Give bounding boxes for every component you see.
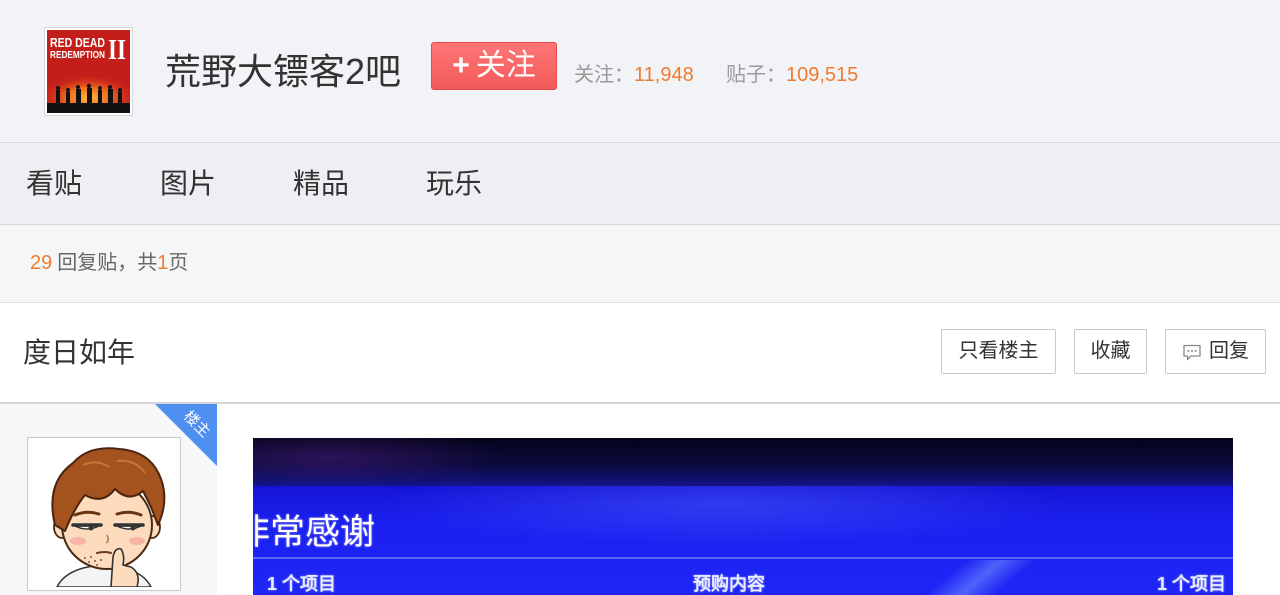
followers-label: 关注： — [574, 64, 634, 86]
forum-name: 荒野大镖客2吧 — [165, 51, 402, 92]
posts-label: 贴子： — [726, 64, 786, 86]
forum-logo[interactable]: RED DEAD REDEMPTION II — [44, 27, 133, 116]
only-op-label: 只看楼主 — [958, 340, 1039, 362]
image-divider — [253, 557, 1233, 559]
forum-logo-image: RED DEAD REDEMPTION II — [47, 30, 130, 113]
image-glow — [253, 438, 513, 486]
logo-line2: REDEMPTION — [50, 50, 105, 61]
reply-label: 回复 — [1209, 340, 1249, 362]
nav-item-fun[interactable]: 玩乐 — [426, 143, 482, 224]
thread-summary: 29 回复贴，共1页 — [0, 225, 1280, 303]
nav-item-featured[interactable]: 精品 — [293, 143, 349, 224]
follow-button-label: 关注 — [475, 49, 536, 82]
avatar-image — [31, 441, 177, 587]
reply-text: 回复贴，共 — [57, 252, 158, 274]
avatar[interactable] — [27, 437, 181, 591]
post-floor: 楼主 常感谢 1 个项目 预购内容 1 个项目 — [0, 404, 1280, 595]
posts-stat: 贴子：109,515 — [726, 61, 858, 89]
follow-button[interactable]: + 关注 — [431, 42, 557, 90]
favorite-label: 收藏 — [1090, 340, 1131, 362]
comment-icon — [1182, 342, 1202, 362]
image-headline: 非常感谢 — [253, 513, 376, 552]
nav-item-posts[interactable]: 看贴 — [26, 143, 82, 224]
plus-icon: + — [452, 49, 470, 82]
page-suffix: 页 — [168, 252, 189, 274]
reply-button[interactable]: 回复 — [1165, 329, 1266, 374]
reply-summary: 29 回复贴，共1页 — [30, 225, 188, 302]
image-left-label: 1 个项目 — [267, 574, 337, 594]
post-image[interactable]: 非常感谢 1 个项目 预购内容 1 个项目 — [253, 438, 1233, 595]
forum-nav: 看贴 图片 精品 玩乐 — [0, 143, 1280, 225]
forum-header: RED DEAD REDEMPTION II 荒野大镖客2吧 + 关注 关注：11… — [0, 0, 1280, 143]
only-op-button[interactable]: 只看楼主 — [941, 329, 1056, 374]
followers-stat: 关注：11,948 — [574, 61, 694, 89]
thread-title: 度日如年 — [23, 337, 136, 368]
favorite-button[interactable]: 收藏 — [1074, 329, 1147, 374]
author-column: 楼主 — [0, 404, 217, 595]
image-center-label: 预购内容 — [693, 574, 765, 594]
reply-count: 29 — [30, 252, 53, 274]
thread-titlebar: 度日如年 只看楼主 收藏 回复 — [0, 303, 1280, 404]
page-count: 1 — [157, 252, 169, 274]
followers-count: 11,948 — [634, 64, 694, 86]
logo-numeral: II — [108, 35, 126, 66]
image-screen-glow — [373, 486, 1073, 546]
posts-count: 109,515 — [786, 64, 859, 86]
nav-item-images[interactable]: 图片 — [160, 143, 216, 224]
image-right-label: 1 个项目 — [1157, 574, 1227, 594]
logo-line1: RED DEAD — [50, 35, 105, 50]
